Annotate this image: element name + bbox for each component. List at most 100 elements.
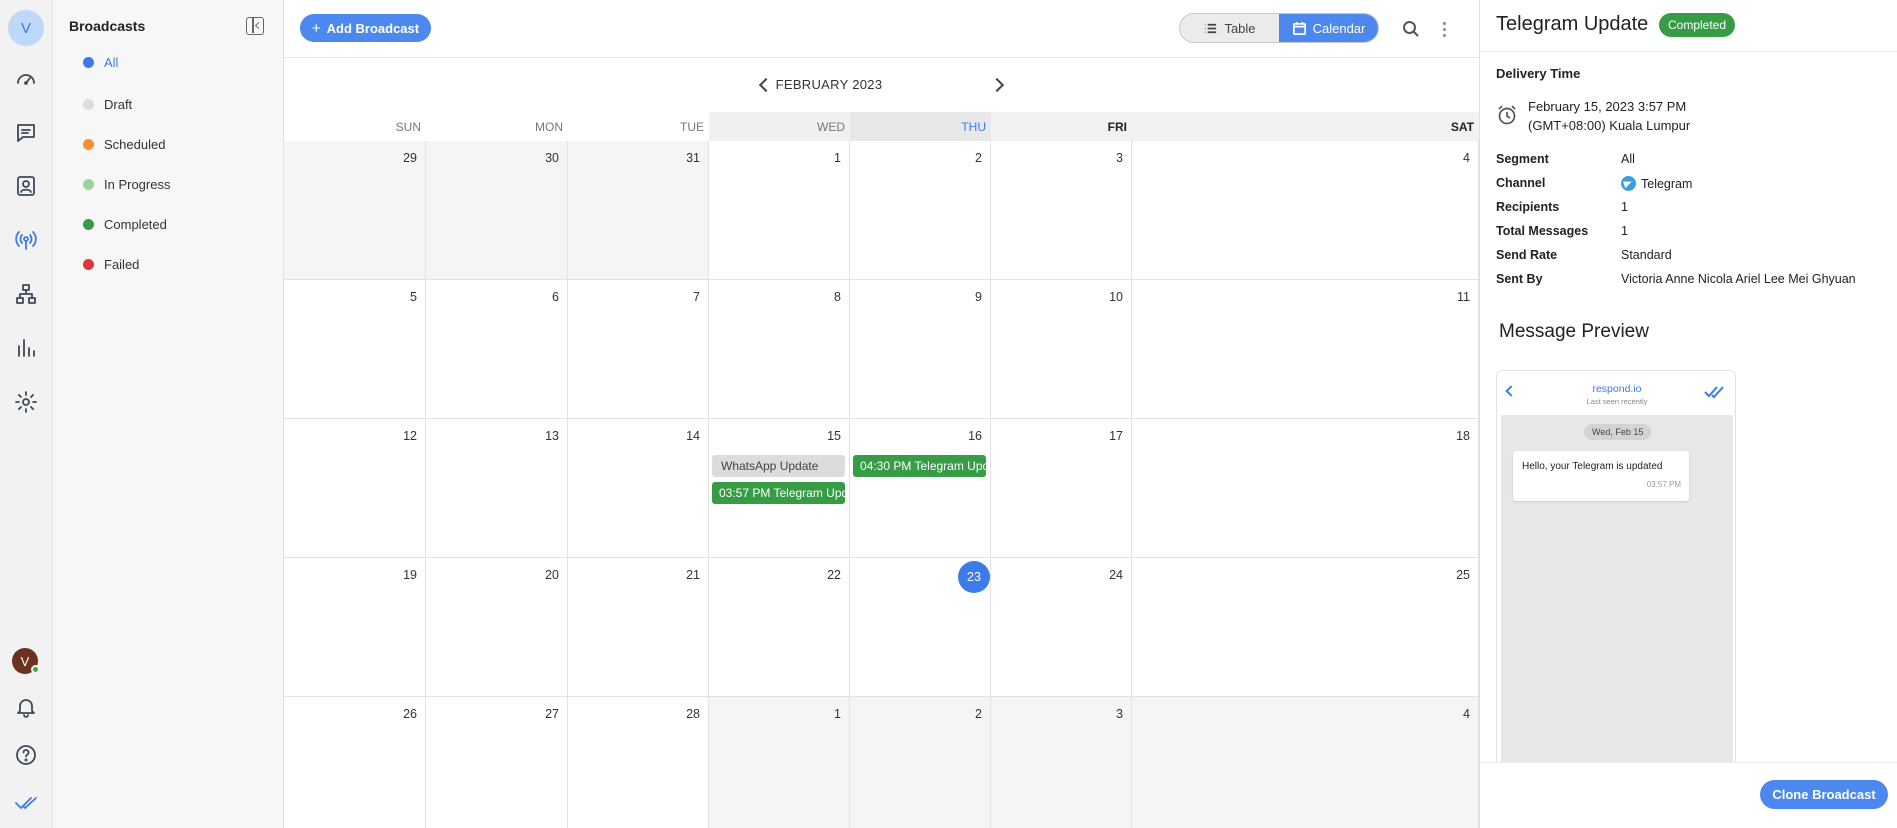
broadcasts-icon[interactable]: [10, 224, 42, 256]
calendar-day-cell[interactable]: 12: [284, 419, 426, 558]
calendar-event[interactable]: WhatsApp Update: [712, 455, 845, 477]
day-number: 11: [1457, 290, 1470, 304]
reports-icon[interactable]: [10, 332, 42, 364]
day-number: 30: [545, 151, 559, 165]
panel-footer: Clone Broadcast: [1480, 762, 1897, 828]
calendar-day-cell[interactable]: 28: [568, 697, 709, 828]
calendar-day-cell[interactable]: 3: [991, 697, 1132, 828]
calendar-day-cell[interactable]: 27: [426, 697, 568, 828]
settings-icon[interactable]: [10, 386, 42, 418]
calendar-day-cell[interactable]: 17: [991, 419, 1132, 558]
day-number: 2: [975, 151, 982, 165]
calendar-day-cell[interactable]: 24: [991, 558, 1132, 697]
workflows-icon[interactable]: [10, 278, 42, 310]
day-number: 12: [403, 429, 417, 443]
sidebar-item-completed[interactable]: Completed: [69, 210, 269, 238]
calendar-day-cell[interactable]: 1: [709, 697, 850, 828]
calendar-day-cell[interactable]: 4: [1132, 141, 1479, 280]
day-number: 27: [545, 707, 559, 721]
sidebar-item-label: In Progress: [104, 176, 171, 192]
month-label: FEBRUARY 2023: [775, 77, 883, 92]
day-number: 7: [693, 290, 700, 304]
calendar-day-cell[interactable]: 14: [568, 419, 709, 558]
messages-icon[interactable]: [10, 117, 42, 149]
day-number: 3: [1116, 151, 1123, 165]
calendar-day-cell[interactable]: 29: [284, 141, 426, 280]
calendar-day-cell[interactable]: 30: [426, 141, 568, 280]
status-badge: Completed: [1659, 13, 1736, 37]
weekday-label: MON: [535, 119, 563, 134]
calendar-day-cell[interactable]: 31: [568, 141, 709, 280]
calendar-day-cell[interactable]: 5: [284, 280, 426, 419]
sidebar-item-scheduled[interactable]: Scheduled: [69, 130, 269, 158]
calendar-day-cell[interactable]: 23: [850, 558, 991, 697]
weekday-label: WED: [709, 112, 850, 141]
calendar-day-cell[interactable]: 9: [850, 280, 991, 419]
calendar-day-cell[interactable]: 15 WhatsApp Update 03:57 PM Telegram Updat…: [709, 419, 850, 558]
preview-header: respond.io Last seen recently: [1497, 371, 1735, 415]
calendar-day-cell[interactable]: 3: [991, 141, 1132, 280]
day-number: 16: [968, 429, 982, 443]
detail-value: Telegram: [1641, 176, 1693, 191]
workspace-avatar[interactable]: V: [8, 10, 44, 46]
dashboard-icon[interactable]: [10, 63, 42, 95]
calendar-day-cell[interactable]: 21: [568, 558, 709, 697]
respond-logo-icon[interactable]: [10, 787, 42, 819]
add-broadcast-button[interactable]: + Add Broadcast: [300, 14, 431, 42]
clone-broadcast-button[interactable]: Clone Broadcast: [1760, 780, 1888, 809]
next-month-button[interactable]: [988, 74, 1010, 96]
status-dot: [83, 258, 94, 270]
calendar-day-cell[interactable]: 19: [284, 558, 426, 697]
broadcast-details-panel: Telegram Update Completed Delivery Time …: [1479, 0, 1897, 828]
notifications-icon[interactable]: [10, 691, 42, 723]
detail-recipients: Recipients 1: [1496, 200, 1886, 220]
contacts-icon[interactable]: [10, 170, 42, 202]
detail-sent-by: Sent By Victoria Anne Nicola Ariel Lee M…: [1496, 272, 1886, 292]
calendar-view-button[interactable]: Calendar: [1279, 14, 1378, 42]
calendar-day-cell[interactable]: 1: [709, 141, 850, 280]
status-dot: [83, 138, 94, 150]
message-preview-phone: respond.io Last seen recently Wed, Feb 1…: [1496, 370, 1736, 762]
collapse-sidebar-icon[interactable]: [246, 17, 264, 35]
sidebar-item-draft[interactable]: Draft: [69, 90, 269, 118]
plus-icon: +: [311, 19, 321, 37]
calendar-event[interactable]: 03:57 PM Telegram Update: [712, 482, 845, 504]
calendar-day-cell[interactable]: 2: [850, 141, 991, 280]
weekday-label: THU: [850, 112, 991, 141]
day-number: 21: [686, 568, 700, 582]
search-icon[interactable]: [1396, 14, 1426, 44]
calendar-event[interactable]: 04:30 PM Telegram Update: [853, 455, 986, 477]
preview-message-time: 03:57 PM: [1646, 480, 1681, 489]
calendar-day-cell[interactable]: 8: [709, 280, 850, 419]
detail-value: All: [1621, 152, 1635, 166]
calendar-day-cell[interactable]: 2: [850, 697, 991, 828]
calendar-day-cell[interactable]: 16 04:30 PM Telegram Update: [850, 419, 991, 558]
calendar-day-cell[interactable]: 10: [991, 280, 1132, 419]
calendar-day-cell[interactable]: 4: [1132, 697, 1479, 828]
detail-key: Recipients: [1496, 200, 1560, 214]
detail-key: Channel: [1496, 176, 1546, 190]
calendar-day-cell[interactable]: 25: [1132, 558, 1479, 697]
calendar-day-cell[interactable]: 13: [426, 419, 568, 558]
delivery-date: February 15, 2023 3:57 PM: [1528, 99, 1687, 114]
preview-last-seen: Last seen recently: [1586, 397, 1648, 406]
message-preview-heading: Message Preview: [1499, 321, 1649, 342]
sidebar-item-label: Completed: [104, 216, 167, 232]
weekday-label: TUE: [680, 119, 704, 134]
calendar-day-cell[interactable]: 18: [1132, 419, 1479, 558]
sidebar-item-all[interactable]: All: [69, 48, 269, 76]
calendar-day-cell[interactable]: 7: [568, 280, 709, 419]
calendar-day-cell[interactable]: 11: [1132, 280, 1479, 419]
sidebar-item-in-progress[interactable]: In Progress: [69, 170, 269, 198]
table-view-button[interactable]: Table: [1180, 14, 1279, 42]
more-options-icon[interactable]: [1434, 14, 1454, 44]
delivery-timezone: (GMT+08:00) Kuala Lumpur: [1528, 118, 1691, 133]
sidebar-item-failed[interactable]: Failed: [69, 250, 269, 278]
preview-message-text: Hello, your Telegram is updated: [1522, 461, 1663, 472]
calendar-day-cell[interactable]: 22: [709, 558, 850, 697]
delivery-time-label: Delivery Time: [1496, 66, 1581, 81]
calendar-day-cell[interactable]: 26: [284, 697, 426, 828]
calendar-day-cell[interactable]: 6: [426, 280, 568, 419]
calendar-day-cell[interactable]: 20: [426, 558, 568, 697]
help-icon[interactable]: [10, 739, 42, 771]
